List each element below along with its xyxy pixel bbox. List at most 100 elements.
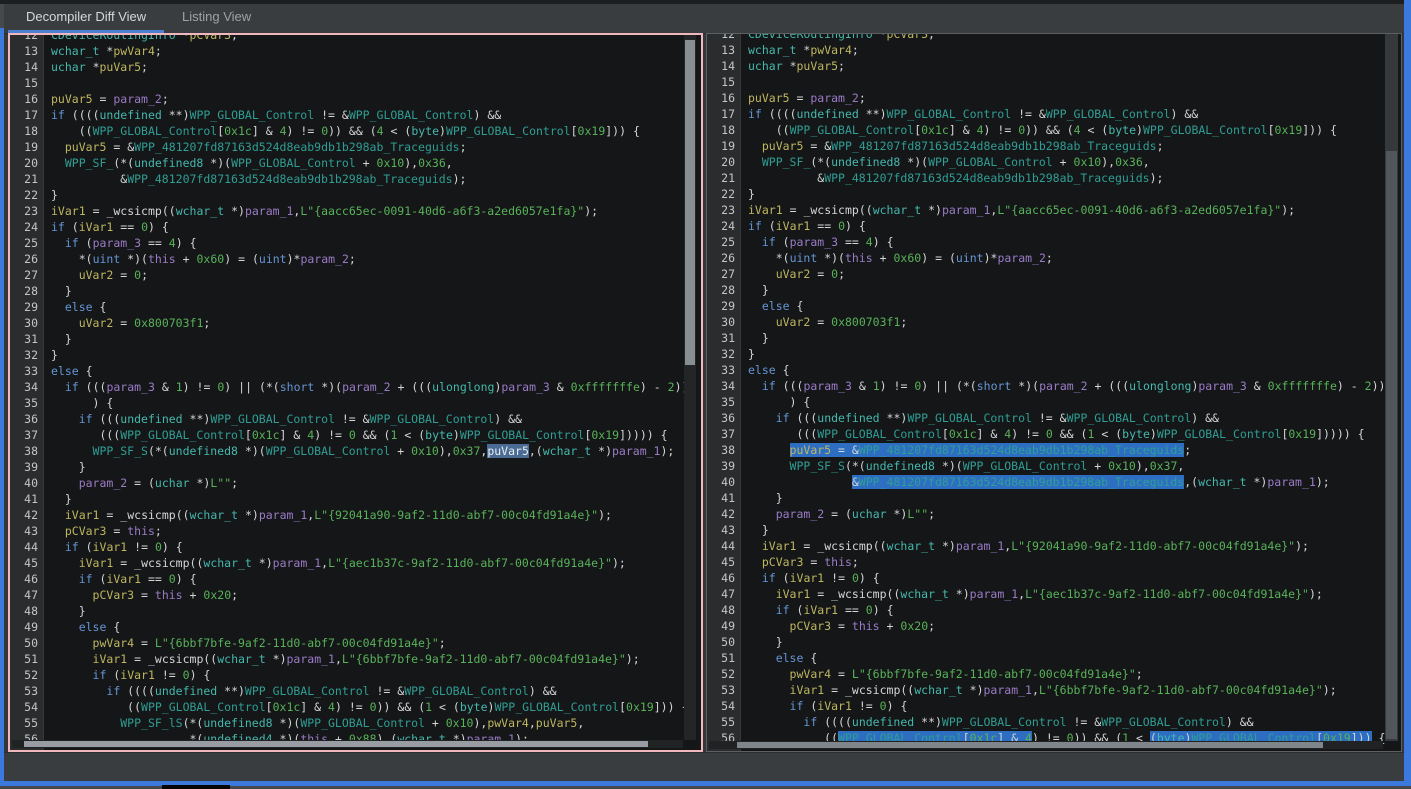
code-line[interactable]: else {: [51, 363, 701, 379]
code-line[interactable]: }: [748, 522, 1401, 538]
code-line[interactable]: }: [748, 186, 1401, 202]
left-decompiler-panel[interactable]: 1213141516171819202122232425262728293031…: [8, 33, 703, 752]
code-line[interactable]: if ((((undefined **)WPP_GLOBAL_Control !…: [51, 107, 701, 123]
code-line[interactable]: if (param_3 == 4) {: [748, 234, 1401, 250]
code-line[interactable]: puVar5 = &WPP_481207fd87163d524d8eab9db1…: [748, 138, 1401, 154]
code-line[interactable]: }: [51, 283, 701, 299]
code-line[interactable]: uchar *puVar5;: [51, 59, 701, 75]
code-line[interactable]: uVar2 = 0x800703f1;: [51, 315, 701, 331]
code-line[interactable]: }: [748, 346, 1401, 362]
code-line[interactable]: iVar1 = _wcsicmp((wchar_t *)param_1,L"{6…: [51, 651, 701, 667]
code-line[interactable]: if (iVar1 == 0) {: [748, 602, 1401, 618]
code-line[interactable]: }: [51, 187, 701, 203]
code-line[interactable]: }: [51, 459, 701, 475]
code-line[interactable]: pwVar4 = L"{6bbf7bfe-9af2-11d0-abf7-00c0…: [748, 666, 1401, 682]
left-horizontal-scrollbar-thumb[interactable]: [24, 741, 648, 747]
code-line[interactable]: uchar *puVar5;: [748, 58, 1401, 74]
code-line[interactable]: [748, 74, 1401, 90]
code-line[interactable]: if (iVar1 == 0) {: [51, 571, 701, 587]
code-line[interactable]: else {: [748, 650, 1401, 666]
code-line[interactable]: WPP_SF_S(*(undefined8 *)(WPP_GLOBAL_Cont…: [748, 458, 1401, 474]
code-line[interactable]: pCVar3 = this + 0x20;: [51, 587, 701, 603]
code-line[interactable]: WPP_SF_lS(*(undefined8 *)(WPP_GLOBAL_Con…: [51, 715, 701, 731]
code-line[interactable]: if (((undefined **)WPP_GLOBAL_Control !=…: [748, 410, 1401, 426]
code-line[interactable]: puVar5 = param_2;: [51, 91, 701, 107]
code-line[interactable]: pCVar3 = this + 0x20;: [748, 618, 1401, 634]
code-line[interactable]: if (iVar1 == 0) {: [748, 218, 1401, 234]
code-line[interactable]: }: [51, 331, 701, 347]
tab-listing-view[interactable]: Listing View: [164, 4, 269, 30]
code-line[interactable]: puVar5 = param_2;: [748, 90, 1401, 106]
code-line[interactable]: (((WPP_GLOBAL_Control[0x1c] & 4) != 0 &&…: [748, 426, 1401, 442]
code-line[interactable]: if ((((undefined **)WPP_GLOBAL_Control !…: [748, 714, 1401, 730]
code-line[interactable]: ((WPP_GLOBAL_Control[0x1c] & 4) != 0)) &…: [51, 123, 701, 139]
code-line[interactable]: iVar1 = _wcsicmp((wchar_t *)param_1,L"{a…: [748, 202, 1401, 218]
code-line[interactable]: if (iVar1 != 0) {: [51, 667, 701, 683]
tab-decompiler-diff-view[interactable]: Decompiler Diff View: [8, 4, 164, 33]
code-line[interactable]: iVar1 = _wcsicmp((wchar_t *)param_1,L"{9…: [748, 538, 1401, 554]
right-code-area[interactable]: CDeviceRoutingInfo *pCVar3;wchar_t *pwVa…: [741, 34, 1401, 751]
code-line[interactable]: WPP_SF_(*(undefined8 *)(WPP_GLOBAL_Contr…: [748, 154, 1401, 170]
code-line[interactable]: uVar2 = 0x800703f1;: [748, 314, 1401, 330]
code-line[interactable]: WPP_SF_(*(undefined8 *)(WPP_GLOBAL_Contr…: [51, 155, 701, 171]
code-line[interactable]: param_2 = (uchar *)L"";: [51, 475, 701, 491]
code-line[interactable]: [51, 75, 701, 91]
code-line[interactable]: puVar5 = &WPP_481207fd87163d524d8eab9db1…: [51, 139, 701, 155]
right-decompiler-panel[interactable]: 1213141516171819202122232425262728293031…: [706, 33, 1402, 752]
code-line[interactable]: if (iVar1 != 0) {: [51, 539, 701, 555]
code-line[interactable]: param_2 = (uchar *)L"";: [748, 506, 1401, 522]
code-line[interactable]: }: [748, 634, 1401, 650]
code-line[interactable]: if (((param_3 & 1) != 0) || (*(short *)(…: [748, 378, 1401, 394]
left-horizontal-scrollbar[interactable]: [12, 740, 683, 748]
code-line[interactable]: pCVar3 = this;: [51, 523, 701, 539]
code-line[interactable]: wchar_t *pwVar4;: [748, 42, 1401, 58]
code-line[interactable]: }: [748, 490, 1401, 506]
code-line[interactable]: }: [748, 330, 1401, 346]
code-line[interactable]: else {: [51, 619, 701, 635]
code-line[interactable]: ((WPP_GLOBAL_Control[0x1c] & 4) != 0)) &…: [748, 122, 1401, 138]
code-line[interactable]: }: [51, 491, 701, 507]
code-line[interactable]: iVar1 = _wcsicmp((wchar_t *)param_1,L"{a…: [51, 555, 701, 571]
code-line[interactable]: &WPP_481207fd87163d524d8eab9db1b298ab_Tr…: [748, 170, 1401, 186]
code-line[interactable]: *(uint *)(this + 0x60) = (uint)*param_2;: [748, 250, 1401, 266]
left-code-area[interactable]: CDeviceRoutingInfo *pCVar3;wchar_t *pwVa…: [44, 35, 701, 750]
code-line[interactable]: WPP_SF_S(*(undefined8 *)(WPP_GLOBAL_Cont…: [51, 443, 701, 459]
code-line[interactable]: }: [51, 603, 701, 619]
right-vertical-scrollbar[interactable]: [1385, 34, 1398, 741]
left-vertical-scrollbar[interactable]: [684, 35, 696, 740]
right-vertical-scrollbar-thumb[interactable]: [1386, 151, 1397, 739]
code-line[interactable]: &WPP_481207fd87163d524d8eab9db1b298ab_Tr…: [748, 474, 1401, 490]
left-vertical-scrollbar-thumb[interactable]: [685, 40, 695, 365]
code-line[interactable]: }: [51, 347, 701, 363]
code-line[interactable]: iVar1 = _wcsicmp((wchar_t *)param_1,L"{9…: [51, 507, 701, 523]
code-line[interactable]: pwVar4 = L"{6bbf7bfe-9af2-11d0-abf7-00c0…: [51, 635, 701, 651]
code-line[interactable]: if (((param_3 & 1) != 0) || (*(short *)(…: [51, 379, 701, 395]
code-line[interactable]: pCVar3 = this;: [748, 554, 1401, 570]
code-line[interactable]: *(uint *)(this + 0x60) = (uint)*param_2;: [51, 251, 701, 267]
code-line[interactable]: uVar2 = 0;: [748, 266, 1401, 282]
code-line[interactable]: ) {: [748, 394, 1401, 410]
code-line[interactable]: iVar1 = _wcsicmp((wchar_t *)param_1,L"{a…: [51, 203, 701, 219]
code-line[interactable]: if (iVar1 == 0) {: [51, 219, 701, 235]
code-line[interactable]: iVar1 = _wcsicmp((wchar_t *)param_1,L"{6…: [748, 682, 1401, 698]
code-line[interactable]: ) {: [51, 395, 701, 411]
code-line[interactable]: else {: [748, 362, 1401, 378]
code-line[interactable]: if (param_3 == 4) {: [51, 235, 701, 251]
code-line[interactable]: if ((((undefined **)WPP_GLOBAL_Control !…: [748, 106, 1401, 122]
code-line[interactable]: if (iVar1 != 0) {: [748, 698, 1401, 714]
code-line[interactable]: uVar2 = 0;: [51, 267, 701, 283]
code-line[interactable]: CDeviceRoutingInfo *pCVar3;: [748, 34, 1401, 42]
code-line[interactable]: puVar5 = &WPP_481207fd87163d524d8eab9db1…: [748, 442, 1401, 458]
code-line[interactable]: if ((((undefined **)WPP_GLOBAL_Control !…: [51, 683, 701, 699]
right-horizontal-scrollbar[interactable]: [709, 741, 1383, 749]
code-line[interactable]: else {: [748, 298, 1401, 314]
code-line[interactable]: iVar1 = _wcsicmp((wchar_t *)param_1,L"{a…: [748, 586, 1401, 602]
code-line[interactable]: wchar_t *pwVar4;: [51, 43, 701, 59]
code-line[interactable]: ((WPP_GLOBAL_Control[0x1c] & 4) != 0)) &…: [51, 699, 701, 715]
code-line[interactable]: (((WPP_GLOBAL_Control[0x1c] & 4) != 0 &&…: [51, 427, 701, 443]
code-line[interactable]: &WPP_481207fd87163d524d8eab9db1b298ab_Tr…: [51, 171, 701, 187]
code-line[interactable]: CDeviceRoutingInfo *pCVar3;: [51, 35, 701, 43]
right-horizontal-scrollbar-thumb[interactable]: [737, 742, 1323, 748]
code-line[interactable]: else {: [51, 299, 701, 315]
code-line[interactable]: }: [748, 282, 1401, 298]
